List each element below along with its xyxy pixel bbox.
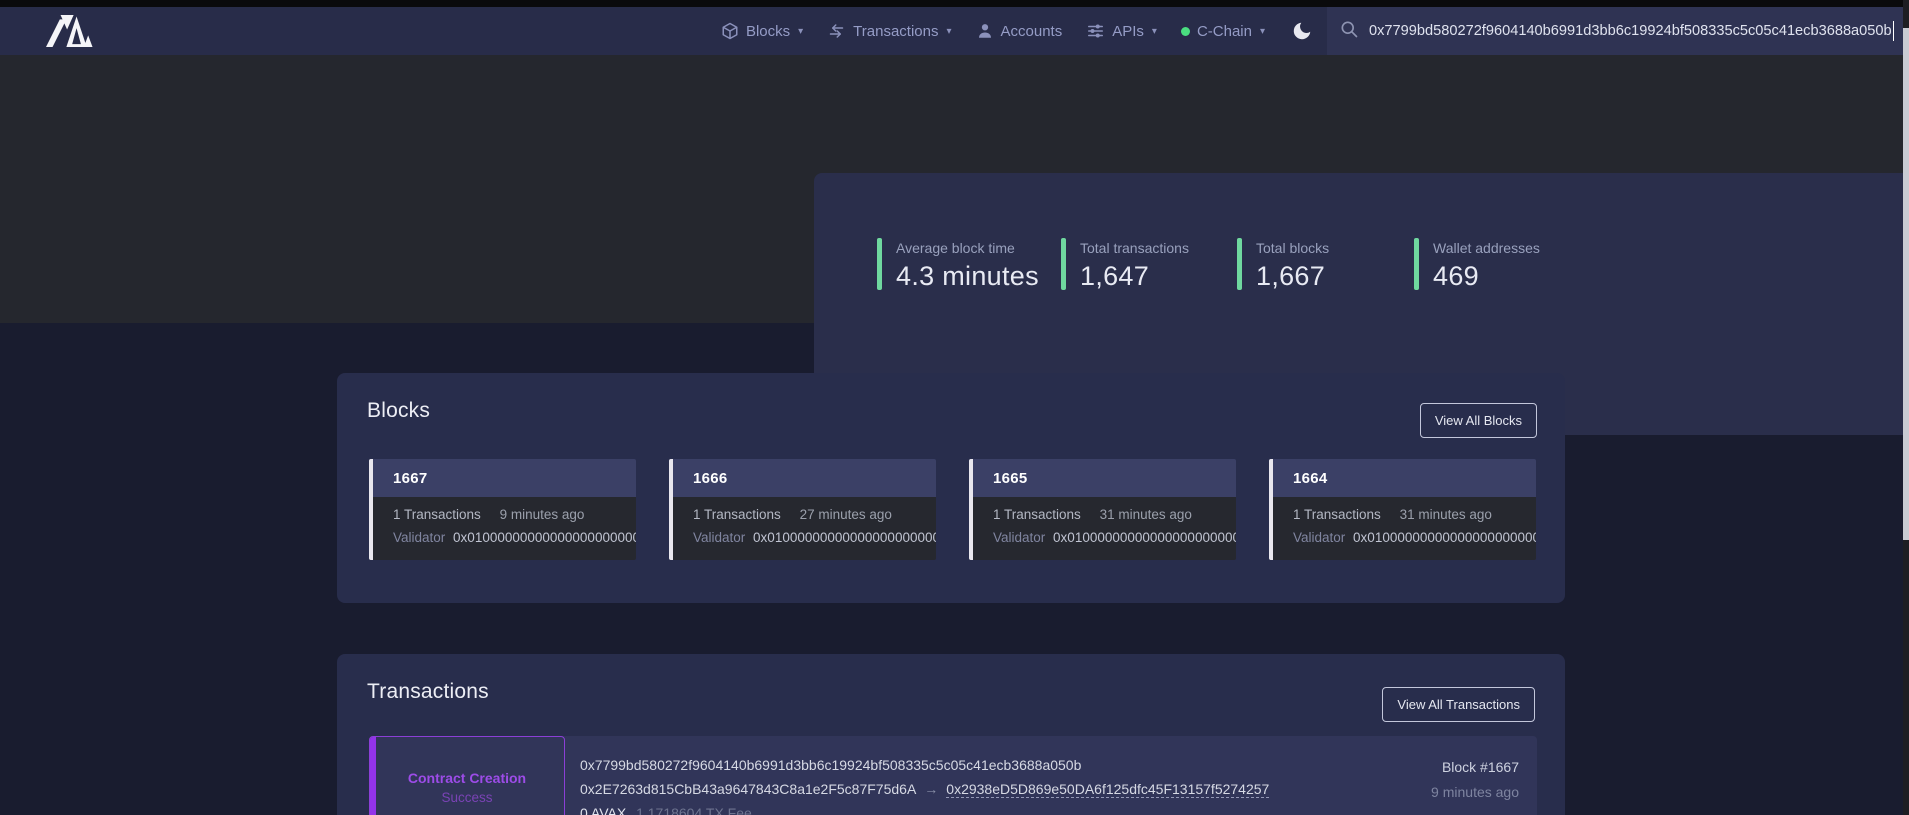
from-address-link[interactable]: 0x2E7263d815CbB43a9647843C8a1e2F5c87F75d… bbox=[580, 781, 916, 797]
block-accent-bar bbox=[669, 459, 673, 560]
validator-label: Validator bbox=[993, 530, 1045, 545]
block-time-ago: 27 minutes ago bbox=[800, 507, 892, 522]
validator-address[interactable]: 0x0100000000000000000000000... bbox=[753, 530, 936, 545]
navbar: Blocks ▾ Transactions ▾ bbox=[0, 7, 1909, 55]
block-number[interactable]: 1666 bbox=[693, 470, 728, 487]
text-cursor bbox=[1893, 21, 1895, 41]
nav-item-blocks[interactable]: Blocks ▾ bbox=[721, 22, 803, 40]
page: Blocks ▾ Transactions ▾ bbox=[0, 0, 1909, 815]
chain-status-dot-icon bbox=[1181, 27, 1190, 36]
transactions-section: Transactions View All Transactions Contr… bbox=[337, 654, 1565, 815]
transaction-type: Contract Creation bbox=[370, 770, 564, 786]
stat-value: 1,647 bbox=[1080, 261, 1189, 292]
stat-label: Average block time bbox=[896, 238, 1039, 256]
block-accent-bar bbox=[369, 459, 373, 560]
transaction-fee: 1.1718604 TX Fee bbox=[636, 805, 752, 815]
transaction-status-box: Contract Creation Success bbox=[369, 736, 565, 815]
block-tx-count: 1 Transactions bbox=[993, 507, 1081, 522]
scrollbar[interactable] bbox=[1903, 0, 1909, 815]
view-all-blocks-button[interactable]: View All Blocks bbox=[1420, 403, 1537, 438]
stat-value: 1,667 bbox=[1256, 261, 1329, 292]
transaction-time-ago: 9 minutes ago bbox=[1431, 784, 1519, 800]
validator-address[interactable]: 0x0100000000000000000000000... bbox=[1053, 530, 1236, 545]
nav-item-c-chain[interactable]: C-Chain ▾ bbox=[1181, 23, 1265, 40]
nav-item-apis[interactable]: APIs ▾ bbox=[1086, 22, 1157, 40]
top-strip bbox=[0, 0, 1909, 7]
stat-wallet-addresses: Wallet addresses 469 bbox=[1414, 238, 1540, 292]
search-bar[interactable]: 0x7799bd580272f9604140b6991d3bb6c19924bf… bbox=[1327, 7, 1909, 55]
chevron-down-icon: ▾ bbox=[798, 26, 803, 37]
person-icon bbox=[976, 22, 994, 40]
stat-average-block-time: Average block time 4.3 minutes bbox=[877, 238, 1039, 292]
transaction-details: 0x7799bd580272f9604140b6991d3bb6c19924bf… bbox=[580, 753, 1269, 815]
moon-icon bbox=[1291, 20, 1313, 42]
nav-label-apis: APIs bbox=[1112, 23, 1144, 40]
nav-label-accounts: Accounts bbox=[1001, 23, 1063, 40]
transaction-row[interactable]: Contract Creation Success 0x7799bd580272… bbox=[369, 736, 1537, 815]
stat-label: Total transactions bbox=[1080, 238, 1189, 256]
search-input[interactable]: 0x7799bd580272f9604140b6991d3bb6c19924bf… bbox=[1369, 23, 1892, 39]
block-card[interactable]: 1666 1 Transactions 27 minutes ago Valid… bbox=[669, 459, 936, 560]
chevron-down-icon: ▾ bbox=[1152, 26, 1157, 37]
block-tx-count: 1 Transactions bbox=[1293, 507, 1381, 522]
block-card-row: 1667 1 Transactions 9 minutes ago Valida… bbox=[369, 459, 1536, 560]
block-card[interactable]: 1667 1 Transactions 9 minutes ago Valida… bbox=[369, 459, 636, 560]
block-tx-count: 1 Transactions bbox=[393, 507, 481, 522]
transaction-block-link[interactable]: Block #1667 bbox=[1431, 759, 1519, 775]
blocks-section-title: Blocks bbox=[367, 399, 430, 423]
block-card[interactable]: 1665 1 Transactions 31 minutes ago Valid… bbox=[969, 459, 1236, 560]
block-time-ago: 31 minutes ago bbox=[1400, 507, 1492, 522]
cube-icon bbox=[721, 22, 739, 40]
nav-label-blocks: Blocks bbox=[746, 23, 790, 40]
nav-item-accounts[interactable]: Accounts bbox=[976, 22, 1063, 40]
view-all-transactions-button[interactable]: View All Transactions bbox=[1382, 687, 1535, 722]
validator-address[interactable]: 0x0100000000000000000000000... bbox=[1353, 530, 1536, 545]
search-icon bbox=[1339, 19, 1359, 44]
hero-section: Average block time 4.3 minutes Total tra… bbox=[0, 55, 1909, 323]
validator-address[interactable]: 0x0100000000000000000000000... bbox=[453, 530, 636, 545]
to-address-link[interactable]: 0x2938eD5D869e50DA6f125dfc45F13157f52742… bbox=[946, 781, 1269, 798]
transaction-hash-link[interactable]: 0x7799bd580272f9604140b6991d3bb6c19924bf… bbox=[580, 753, 1269, 777]
avalanche-logo-icon[interactable] bbox=[38, 15, 102, 47]
transactions-section-title: Transactions bbox=[367, 680, 489, 704]
block-tx-count: 1 Transactions bbox=[693, 507, 781, 522]
transaction-amount: 0 AVAX bbox=[580, 805, 626, 815]
transaction-status: Success bbox=[370, 790, 564, 805]
nav-item-transactions[interactable]: Transactions ▾ bbox=[827, 22, 951, 40]
stat-label: Total blocks bbox=[1256, 238, 1329, 256]
validator-label: Validator bbox=[393, 530, 445, 545]
block-time-ago: 9 minutes ago bbox=[500, 507, 585, 522]
stat-total-blocks: Total blocks 1,667 bbox=[1237, 238, 1329, 292]
stat-total-transactions: Total transactions 1,647 bbox=[1061, 238, 1189, 292]
nav-menu: Blocks ▾ Transactions ▾ bbox=[721, 7, 1313, 55]
arrow-right-icon: → bbox=[924, 781, 938, 797]
scrollbar-thumb[interactable] bbox=[1903, 28, 1909, 540]
blocks-section: Blocks View All Blocks 1667 1 Transactio… bbox=[337, 373, 1565, 603]
nav-label-c-chain: C-Chain bbox=[1197, 23, 1252, 40]
chevron-down-icon: ▾ bbox=[1260, 26, 1265, 37]
block-accent-bar bbox=[969, 459, 973, 560]
transfer-arrows-icon bbox=[827, 22, 846, 40]
block-number[interactable]: 1664 bbox=[1293, 470, 1328, 487]
stat-label: Wallet addresses bbox=[1433, 238, 1540, 256]
theme-toggle[interactable] bbox=[1291, 20, 1313, 42]
validator-label: Validator bbox=[693, 530, 745, 545]
sliders-icon bbox=[1086, 22, 1105, 40]
stat-value: 4.3 minutes bbox=[896, 261, 1039, 292]
block-number[interactable]: 1667 bbox=[393, 470, 428, 487]
transaction-accent-bar bbox=[370, 737, 376, 815]
block-time-ago: 31 minutes ago bbox=[1100, 507, 1192, 522]
block-accent-bar bbox=[1269, 459, 1273, 560]
nav-label-transactions: Transactions bbox=[853, 23, 938, 40]
stat-value: 469 bbox=[1433, 261, 1540, 292]
block-card[interactable]: 1664 1 Transactions 31 minutes ago Valid… bbox=[1269, 459, 1536, 560]
chevron-down-icon: ▾ bbox=[946, 26, 951, 37]
block-number[interactable]: 1665 bbox=[993, 470, 1028, 487]
validator-label: Validator bbox=[1293, 530, 1345, 545]
